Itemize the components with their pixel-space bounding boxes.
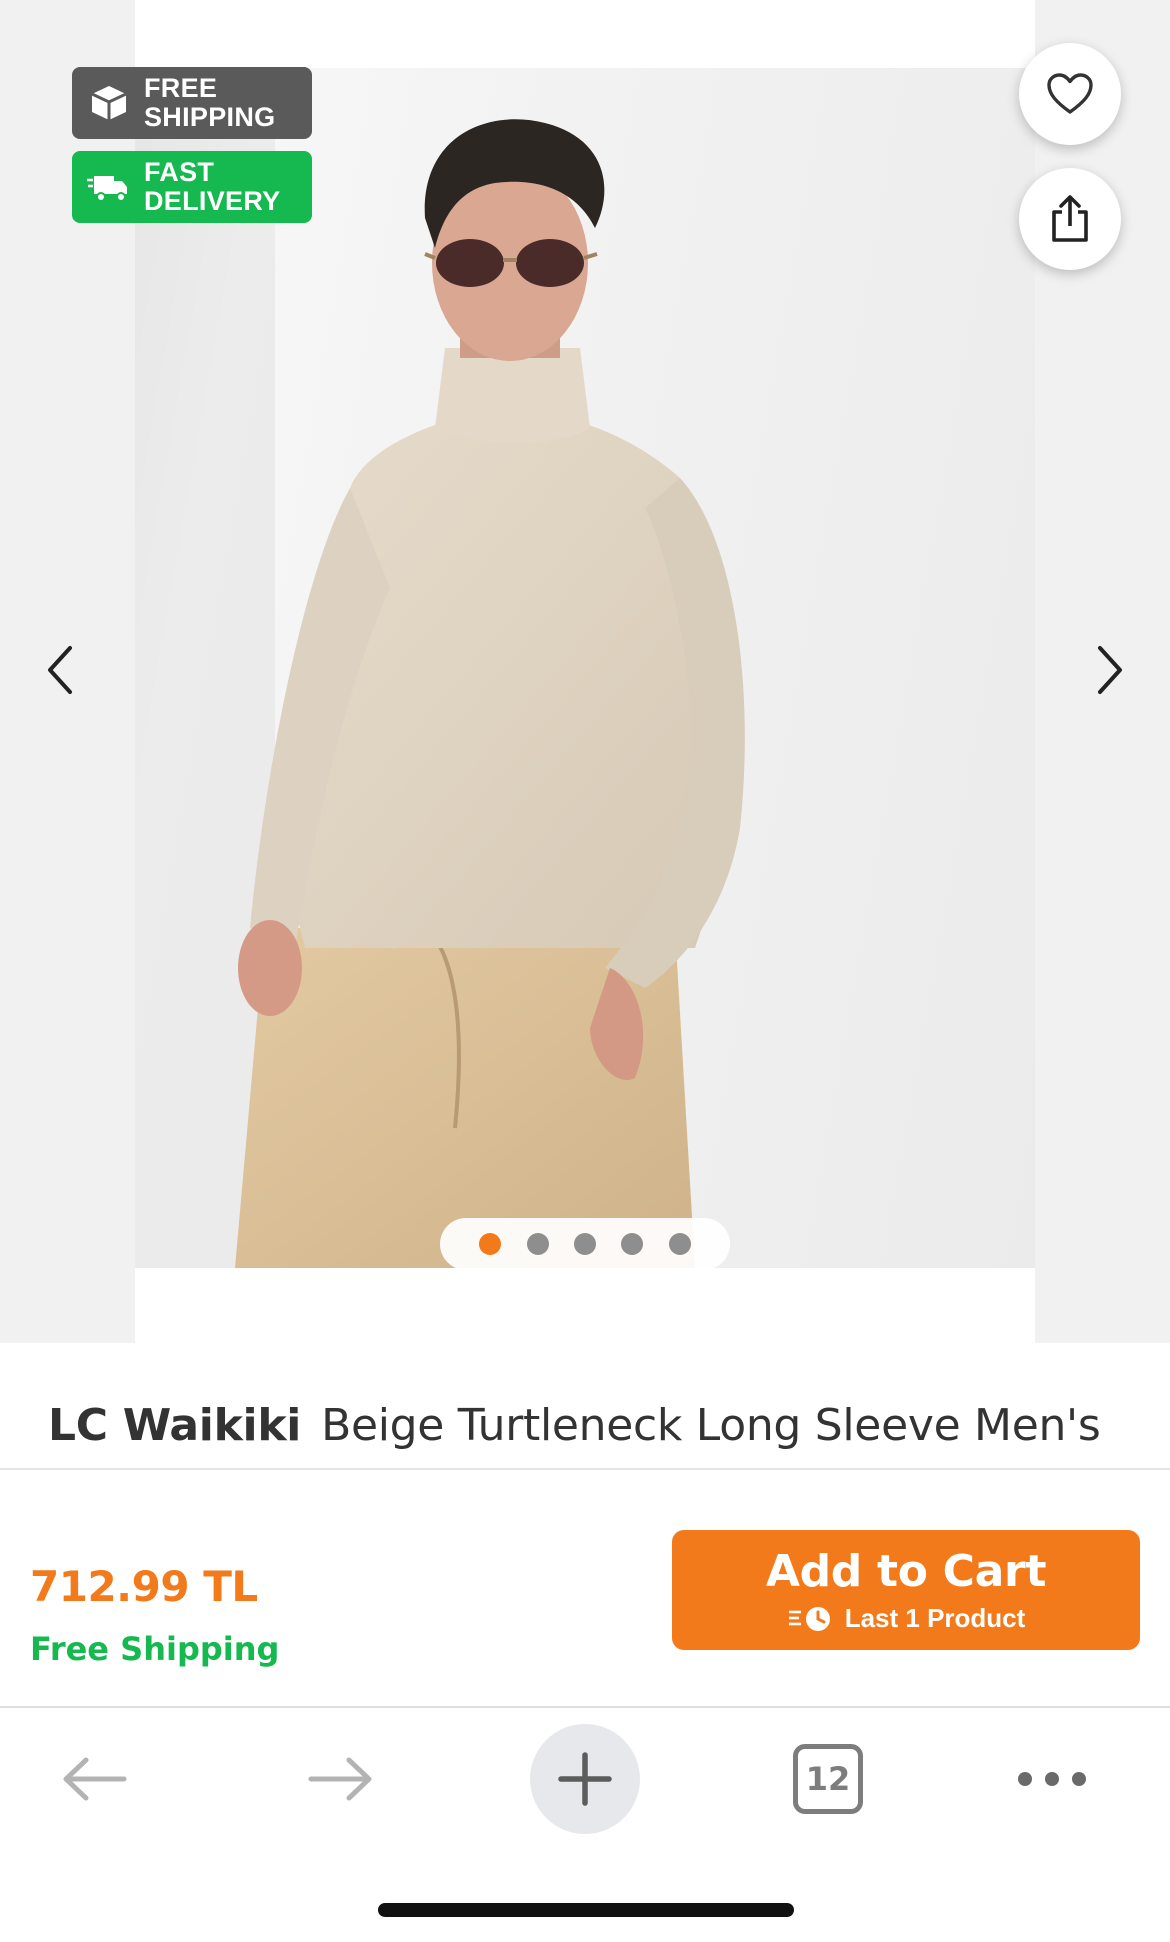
product-title-area: LC Waikiki Beige Turtleneck Long Sleeve M… (0, 1343, 1170, 1468)
product-title: LC Waikiki Beige Turtleneck Long Sleeve M… (48, 1395, 1138, 1468)
fast-delivery-label: FAST DELIVERY (144, 157, 281, 216)
free-shipping-note: Free Shipping (30, 1630, 280, 1668)
new-tab-button[interactable] (530, 1724, 640, 1834)
product-gallery[interactable]: FREE SHIPPING FAST DELIVERY (0, 0, 1170, 1343)
stock-note: Last 1 Product (787, 1603, 1026, 1634)
browser-forward-button[interactable] (285, 1724, 395, 1834)
image-pagination (440, 1218, 730, 1270)
share-icon (1052, 195, 1088, 242)
share-button[interactable] (1019, 168, 1121, 270)
truck-icon (87, 176, 127, 202)
pagination-dot-active[interactable] (479, 1233, 502, 1255)
add-to-cart-label: Add to Cart (765, 1546, 1047, 1597)
box-icon (91, 86, 127, 120)
plus-icon (558, 1752, 612, 1806)
arrow-right-icon (308, 1757, 372, 1801)
product-image[interactable] (135, 68, 1035, 1268)
home-indicator[interactable] (378, 1903, 794, 1917)
browser-back-button[interactable] (40, 1724, 150, 1834)
more-dots-icon (1018, 1772, 1086, 1786)
model-illustration (135, 68, 745, 1268)
chevron-right-icon (1098, 646, 1122, 694)
arrow-left-icon (63, 1757, 127, 1801)
pagination-dot[interactable] (526, 1233, 549, 1255)
pagination-dot[interactable] (668, 1233, 691, 1255)
tabs-button[interactable]: 12 (773, 1724, 883, 1834)
previous-image-button[interactable] (30, 630, 90, 710)
brand-name[interactable]: LC Waikiki (48, 1400, 301, 1451)
product-price: 712.99 TL (30, 1562, 258, 1611)
free-shipping-label: FREE SHIPPING (144, 73, 276, 132)
product-page: FREE SHIPPING FAST DELIVERY LC Waikiki B… (0, 0, 1170, 1942)
pagination-dot[interactable] (573, 1233, 596, 1255)
free-shipping-badge: FREE SHIPPING (72, 67, 312, 139)
chevron-left-icon (48, 646, 72, 694)
tab-count: 12 (793, 1744, 863, 1814)
more-menu-button[interactable] (997, 1724, 1107, 1834)
heart-icon (1047, 73, 1093, 114)
pagination-dot[interactable] (621, 1233, 644, 1255)
fast-delivery-badge: FAST DELIVERY (72, 151, 312, 223)
add-to-cart-button[interactable]: Add to Cart Last 1 Product (672, 1530, 1140, 1650)
stock-note-label: Last 1 Product (844, 1603, 1026, 1633)
purchase-bar: 712.99 TL Free Shipping Add to Cart Last… (0, 1470, 1170, 1706)
favorite-button[interactable] (1019, 43, 1121, 145)
next-image-button[interactable] (1080, 630, 1140, 710)
clock-icon (788, 1606, 830, 1631)
